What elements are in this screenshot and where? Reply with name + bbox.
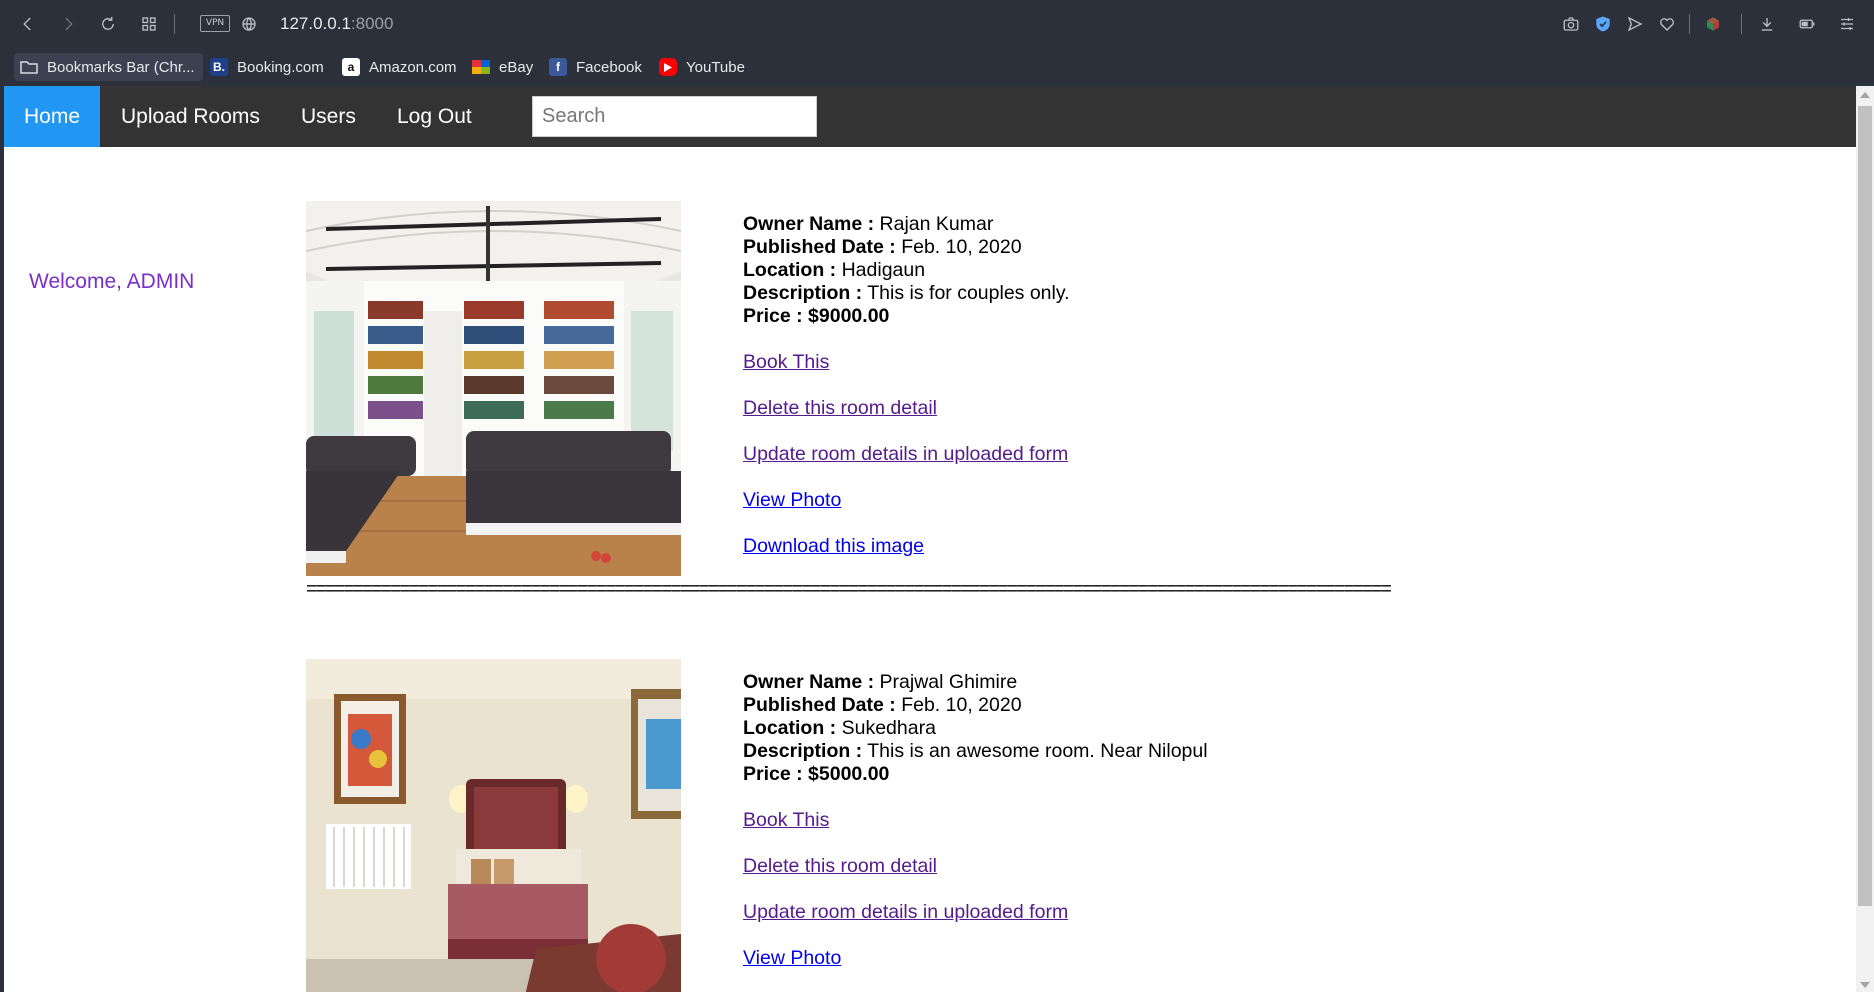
price-value: $9000.00 [808,305,890,327]
description-row: Description : This is an awesome room. N… [743,740,1208,763]
published-label: Published Date : [743,236,896,258]
browser-toolbar: VPN 127.0.0.1:8000 [0,0,1874,48]
published-value: Feb. 10, 2020 [901,236,1022,258]
price-label: Price : [743,763,803,785]
published-label: Published Date : [743,694,896,716]
price-label: Price : [743,305,803,327]
location-label: Location : [743,717,837,739]
bookmark-label: Booking.com [237,58,324,76]
description-value: This is for couples only. [867,282,1070,304]
reload-icon[interactable] [96,12,120,36]
page-scrollbar[interactable] [1856,86,1874,992]
location-value: Hadigaun [841,259,926,281]
description-label: Description : [743,740,863,762]
nav-home[interactable]: Home [4,86,101,147]
facebook-icon: f [549,58,567,76]
youtube-icon [659,58,677,76]
top-navbar: Home Upload Rooms Users Log Out [4,86,1856,147]
booking-icon: B. [210,58,228,76]
owner-value: Rajan Kumar [879,213,994,235]
location-row: Location : Hadigaun [743,259,1070,282]
send-icon[interactable] [1623,12,1647,36]
nav-users[interactable]: Users [281,86,376,147]
owner-label: Owner Name : [743,671,875,693]
location-value: Sukedhara [841,717,936,739]
bookmark-label: Facebook [576,58,642,76]
bookmark-booking[interactable]: B. Booking.com [210,56,324,78]
bookmark-label: eBay [499,58,534,76]
bookmark-youtube[interactable]: YouTube [659,56,745,78]
description-value: This is an awesome room. Near Nilopul [867,740,1208,762]
ebay-icon [472,58,490,76]
forward-icon[interactable] [56,12,80,36]
price-row: Price : $5000.00 [743,763,1208,786]
price-value: $5000.00 [808,763,890,785]
extension-cube-icon[interactable] [1701,12,1725,36]
nav-upload-rooms[interactable]: Upload Rooms [101,86,280,147]
owner-label: Owner Name : [743,213,875,235]
owner-row: Owner Name : Rajan Kumar [743,213,1070,236]
owner-value: Prajwal Ghimire [879,671,1018,693]
book-this-link[interactable]: Book This [743,351,1070,374]
view-photo-link[interactable]: View Photo [743,947,1208,970]
heart-icon[interactable] [1655,12,1679,36]
bookmark-amazon[interactable]: a Amazon.com [342,56,457,78]
description-row: Description : This is for couples only. [743,282,1070,305]
menu-sliders-icon[interactable] [1835,12,1859,36]
shield-icon[interactable] [1591,12,1615,36]
room-photo [306,659,681,992]
url-port: :8000 [350,14,394,33]
description-label: Description : [743,282,863,304]
back-icon[interactable] [16,12,40,36]
room-details: Owner Name : Prajwal Ghimire Published D… [743,671,1208,970]
bookmark-label: Bookmarks Bar (Chr... [47,58,195,76]
toolbar-separator [1689,14,1690,34]
nav-log-out[interactable]: Log Out [377,86,492,147]
search-input[interactable] [532,96,817,137]
owner-row: Owner Name : Prajwal Ghimire [743,671,1208,694]
location-row: Location : Sukedhara [743,717,1208,740]
bookmark-folder[interactable]: Bookmarks Bar (Chr... [14,53,203,81]
bookmark-label: Amazon.com [369,58,457,76]
delete-room-link[interactable]: Delete this room detail [743,397,1070,420]
toolbar-separator [1741,14,1742,34]
scroll-down-icon[interactable] [1860,982,1870,988]
location-label: Location : [743,259,837,281]
tabs-grid-icon[interactable] [137,12,161,36]
camera-icon[interactable] [1559,12,1583,36]
update-room-link[interactable]: Update room details in uploaded form [743,901,1208,924]
download-icon[interactable] [1755,12,1779,36]
folder-icon [20,58,38,76]
view-photo-link[interactable]: View Photo [743,489,1070,512]
bookmark-facebook[interactable]: f Facebook [549,56,642,78]
room-photo [306,201,681,576]
bookmark-label: YouTube [686,58,745,76]
amazon-icon: a [342,58,360,76]
update-room-link[interactable]: Update room details in uploaded form [743,443,1070,466]
welcome-message: Welcome, ADMIN [29,270,195,293]
price-row: Price : $9000.00 [743,305,1070,328]
published-value: Feb. 10, 2020 [901,694,1022,716]
book-this-link[interactable]: Book This [743,809,1208,832]
window-edge [0,86,4,992]
delete-room-link[interactable]: Delete this room detail [743,855,1208,878]
toolbar-separator [174,14,175,34]
bookmarks-bar: Bookmarks Bar (Chr... B. Booking.com a A… [0,48,1874,86]
download-image-link[interactable]: Download this image [743,535,1070,558]
url-host: 127.0.0.1 [280,14,351,33]
address-bar[interactable]: 127.0.0.1:8000 [280,12,393,36]
bookmark-ebay[interactable]: eBay [472,56,533,78]
scroll-up-icon[interactable] [1860,92,1870,98]
globe-icon[interactable] [237,12,261,36]
vpn-badge[interactable]: VPN [200,15,230,32]
published-row: Published Date : Feb. 10, 2020 [743,694,1208,717]
scrollbar-thumb[interactable] [1858,106,1872,906]
room-details: Owner Name : Rajan Kumar Published Date … [743,213,1070,558]
room-divider: ========================================… [306,579,1392,600]
battery-icon[interactable] [1795,12,1819,36]
published-row: Published Date : Feb. 10, 2020 [743,236,1070,259]
